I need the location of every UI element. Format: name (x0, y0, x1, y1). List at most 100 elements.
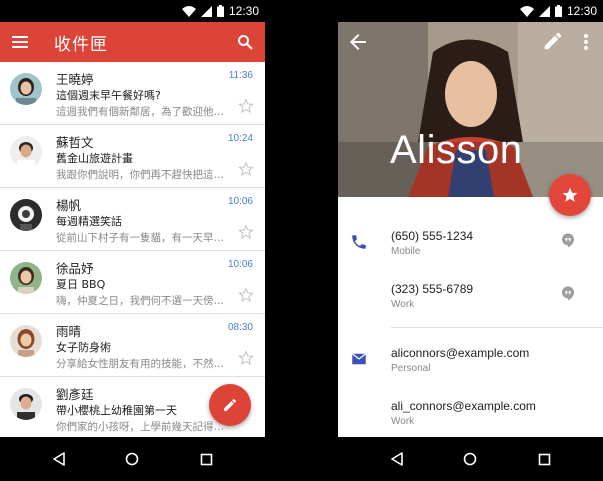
arrow-back-icon (350, 34, 366, 50)
contact-header: Alisson (338, 22, 603, 197)
mail-subject: 女子防身術 (56, 341, 111, 354)
inbox-title: 收件匣 (54, 34, 108, 55)
home-circle-icon (464, 452, 477, 466)
phone-row[interactable]: (650) 555-1234 Mobile (338, 219, 603, 272)
wifi-icon (519, 5, 534, 17)
mail-item[interactable]: 徐品妤 夏日 BBQ 嗨，仲夏之日，我們何不選一天傍… 10:06 (0, 251, 265, 314)
mail-subject: 舊金山旅遊計畫 (56, 152, 133, 165)
menu-button[interactable] (0, 22, 40, 62)
pencil-icon (224, 399, 236, 411)
star-outline-icon[interactable] (238, 224, 254, 240)
avatar (10, 73, 42, 105)
phone-icon (352, 235, 366, 249)
email-address: aliconnors@example.com (391, 346, 530, 360)
email-icon (351, 353, 367, 365)
back-triangle-icon (53, 452, 65, 466)
phone-type: Work (391, 299, 415, 310)
system-nav-bar (0, 437, 265, 481)
phone-row[interactable]: (323) 555-6789 Work (338, 272, 603, 325)
battery-icon (216, 5, 224, 17)
mail-sender: 徐品妤 (56, 261, 94, 276)
mail-sender: 楊帆 (56, 198, 82, 213)
edit-button[interactable] (542, 30, 566, 54)
email-type: Work (391, 416, 415, 427)
recents-square-icon (538, 453, 550, 465)
back-button[interactable] (346, 30, 370, 54)
mail-time: 10:06 (227, 259, 253, 270)
avatar (10, 325, 42, 357)
signal-icon (538, 5, 550, 17)
mail-snippet: 嗨，仲夏之日，我們何不選一天傍… (56, 295, 224, 307)
signal-icon (200, 5, 212, 17)
search-button[interactable] (225, 22, 265, 62)
nav-recents-button[interactable] (191, 444, 221, 474)
star-outline-icon[interactable] (238, 350, 254, 366)
more-options-button[interactable] (576, 30, 596, 54)
mail-subject: 這個週末早午餐好嗎? (56, 89, 161, 102)
mail-sender: 劉彥廷 (56, 387, 94, 402)
recents-square-icon (200, 453, 212, 465)
nav-back-button[interactable] (44, 444, 74, 474)
phone-contact: 12:30 Alisson (650) 555-1234 Mobile (323… (338, 0, 603, 481)
mail-subject: 帶小櫻桃上幼稚園第一天 (56, 404, 177, 417)
contact-screen: Alisson (650) 555-1234 Mobile (323) 555-… (338, 22, 603, 437)
mail-snippet: 我跟你們說明，你們再不趕快把這… (56, 169, 224, 181)
pencil-icon (544, 32, 562, 50)
mail-time: 10:24 (227, 133, 253, 144)
star-outline-icon[interactable] (238, 98, 254, 114)
nav-recents-button[interactable] (529, 444, 559, 474)
star-outline-icon[interactable] (238, 287, 254, 303)
nav-home-button[interactable] (117, 444, 147, 474)
message-icon[interactable] (560, 232, 576, 248)
phone-number: (323) 555-6789 (391, 282, 474, 296)
wifi-icon (181, 5, 196, 17)
mail-subject: 每週精選笑話 (56, 215, 122, 228)
status-bar: 12:30 (0, 0, 265, 22)
email-type: Personal (391, 363, 431, 374)
nav-back-button[interactable] (382, 444, 412, 474)
mail-item[interactable]: 雨晴 女子防身術 分享給女性朋友有用的技能，不然… 08:30 (0, 314, 265, 377)
compose-button[interactable] (209, 384, 251, 426)
status-time: 12:30 (228, 4, 259, 18)
home-circle-icon (126, 452, 139, 466)
avatar (10, 136, 42, 168)
section-divider (391, 327, 603, 328)
mail-list: 王曉婷 這個週末早午餐好嗎? 這週我們有個新鄰居，為了歡迎他… 11:36 蘇哲… (0, 62, 265, 437)
avatar (10, 388, 42, 420)
battery-icon (554, 5, 562, 17)
menu-icon (12, 36, 28, 48)
phone-type: Mobile (391, 246, 421, 257)
avatar (10, 199, 42, 231)
email-row[interactable]: aliconnors@example.com Personal (338, 336, 603, 389)
inbox-app-bar: 收件匣 (0, 22, 265, 62)
message-icon[interactable] (560, 285, 576, 301)
back-triangle-icon (391, 452, 403, 466)
nav-home-button[interactable] (455, 444, 485, 474)
phone-number: (650) 555-1234 (391, 229, 474, 243)
mail-item[interactable]: 王曉婷 這個週末早午餐好嗎? 這週我們有個新鄰居，為了歡迎他… 11:36 (0, 62, 265, 125)
status-bar: 12:30 (338, 0, 603, 22)
mail-snippet: 你們家的小孩呀，上學前幾天記得… (56, 421, 224, 433)
email-address: ali_connors@example.com (391, 399, 536, 413)
mail-sender: 雨晴 (56, 324, 82, 339)
mail-snippet: 這週我們有個新鄰居，為了歡迎他… (56, 106, 224, 118)
inbox-screen: 收件匣 王曉婷 這個週末早午餐好嗎? 這週我們有個新鄰居，為了歡迎他… 11:3… (0, 22, 265, 437)
search-icon (238, 35, 253, 50)
mail-snippet: 從前山下村子有一隻貓，有一天早… (56, 232, 224, 244)
avatar (10, 262, 42, 294)
mail-time: 11:36 (228, 70, 253, 81)
more-vert-icon (584, 34, 588, 50)
system-nav-bar (338, 437, 603, 481)
star-outline-icon[interactable] (238, 161, 254, 177)
mail-time: 08:30 (227, 322, 253, 333)
mail-snippet: 分享給女性朋友有用的技能，不然… (56, 358, 224, 370)
favorite-button[interactable] (549, 174, 591, 216)
mail-subject: 夏日 BBQ (56, 278, 106, 291)
mail-item[interactable]: 楊帆 每週精選笑話 從前山下村子有一隻貓，有一天早… 10:06 (0, 188, 265, 251)
phone-inbox: 12:30 收件匣 王曉婷 這個週末早午餐好嗎? 這週我們有個新鄰居，為了歡迎他… (0, 0, 265, 481)
star-icon (562, 187, 578, 202)
mail-item[interactable]: 蘇哲文 舊金山旅遊計畫 我跟你們說明，你們再不趕快把這… 10:24 (0, 125, 265, 188)
status-time: 12:30 (566, 4, 597, 18)
email-row[interactable]: ali_connors@example.com Work (338, 389, 603, 437)
mail-sender: 王曉婷 (56, 72, 94, 87)
